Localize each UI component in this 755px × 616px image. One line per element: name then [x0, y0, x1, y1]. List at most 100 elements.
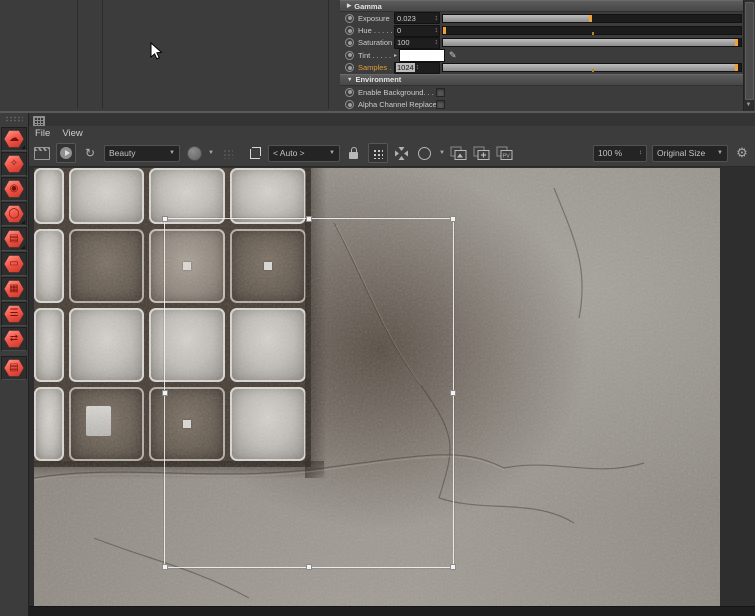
region-preset-select[interactable]: < Auto > ▼	[268, 145, 340, 162]
render-pass-select[interactable]: Beauty ▼	[104, 145, 180, 162]
refresh-button[interactable]: ↻	[81, 144, 99, 162]
value-stepper-icon[interactable]: ↕	[416, 64, 421, 71]
image-layers-button[interactable]	[450, 144, 468, 162]
keyframe-circle-icon[interactable]	[345, 88, 354, 97]
palette-hdri-button[interactable]: ▦	[1, 277, 27, 301]
marquee-handle[interactable]	[162, 216, 168, 222]
chevron-down-icon[interactable]: ▼	[439, 150, 445, 156]
value-stepper-icon[interactable]: ↕	[435, 27, 440, 34]
selection-marquee[interactable]	[164, 218, 454, 568]
marquee-handle[interactable]	[306, 216, 312, 222]
samples-value-field[interactable]: 1024↕	[394, 62, 440, 74]
marquee-handle[interactable]	[162, 564, 168, 570]
palette-drag-grip[interactable]	[5, 116, 23, 122]
slider-cap[interactable]	[589, 15, 592, 22]
gamma-rows: Exposure0.023↕Hue . . . . .0↕Saturation1…	[340, 12, 743, 74]
keyframe-circle-icon[interactable]	[345, 63, 354, 72]
display-size-select[interactable]: Original Size ▼	[652, 145, 728, 162]
enable-background-checkbox[interactable]	[436, 88, 445, 97]
fit-view-button[interactable]	[393, 144, 411, 162]
submenu-corner-icon	[21, 145, 25, 149]
pv-layers-button[interactable]: PV	[496, 144, 514, 162]
exposure-value-field[interactable]: 0.023↕	[394, 12, 440, 24]
section-title: Gamma	[354, 2, 382, 11]
keyframe-circle-icon[interactable]	[345, 51, 354, 60]
marquee-handle[interactable]	[450, 216, 456, 222]
palette-display-button[interactable]: ▭	[1, 252, 27, 276]
menu-view[interactable]: View	[62, 128, 82, 139]
saturation-slider[interactable]	[442, 38, 742, 47]
scrollbar-down-arrow-icon[interactable]: ▼	[744, 101, 753, 110]
marquee-handle[interactable]	[162, 390, 168, 396]
chevron-down-icon: ▼	[717, 150, 723, 156]
empty-pane-main	[103, 0, 329, 109]
collapse-arrow-icon[interactable]: ▶	[347, 3, 351, 9]
refresh-icon: ↻	[85, 147, 95, 159]
saturation-value-field[interactable]: 100↕	[394, 37, 440, 49]
render-viewport	[29, 167, 755, 616]
palette-lens-button[interactable]: ◯	[1, 202, 27, 226]
keyframe-circle-icon[interactable]	[345, 14, 354, 23]
color-profile-button[interactable]	[185, 144, 203, 162]
value-stepper-icon[interactable]: ↕	[435, 15, 440, 22]
enable-background-label: Enable Background. . . .	[358, 88, 436, 97]
grid-view-button[interactable]	[368, 143, 388, 163]
pixel-grid-button[interactable]	[219, 144, 237, 162]
mouse-cursor	[150, 42, 163, 61]
crop-icon	[249, 148, 259, 158]
crop-region-button[interactable]	[245, 144, 263, 162]
add-layer-button[interactable]	[473, 144, 491, 162]
window-titlebar[interactable]	[29, 113, 755, 127]
palette-camera-button[interactable]: ◉	[1, 177, 27, 201]
keyframe-circle-icon[interactable]	[345, 100, 354, 109]
marquee-handle[interactable]	[306, 564, 312, 570]
slider-cap[interactable]	[443, 27, 446, 34]
hue-slider[interactable]	[442, 26, 742, 35]
param-row-hue: Hue . . . . .0↕	[340, 24, 743, 36]
value-stepper-icon[interactable]: ↕	[435, 39, 440, 46]
samples-label: Samples .	[358, 63, 394, 72]
tint-color-swatch[interactable]	[399, 49, 445, 62]
keyframe-circle-icon[interactable]	[345, 38, 354, 47]
play-button[interactable]	[56, 143, 76, 163]
zoom-stepper-icon[interactable]: ↕	[639, 150, 642, 156]
eyedropper-icon[interactable]: ✎	[449, 50, 457, 61]
hue-value-field[interactable]: 0↕	[394, 25, 440, 37]
lock-button[interactable]	[345, 144, 363, 162]
section-header-gamma[interactable]: ▶ Gamma	[340, 0, 743, 12]
panel-scrollbar[interactable]: ▼	[743, 0, 754, 111]
chevron-down-icon[interactable]: ▼	[208, 150, 214, 156]
alpha-channel-replace-checkbox[interactable]	[436, 100, 445, 109]
param-row-tint: Tint . . . . .▸✎	[340, 49, 743, 61]
collapse-arrow-icon[interactable]: ▼	[347, 77, 352, 83]
palette-cloud-button[interactable]: ☁	[1, 127, 27, 151]
palette-list-button[interactable]: ☰	[1, 302, 27, 326]
marquee-handle[interactable]	[450, 564, 456, 570]
window-grid-icon	[33, 116, 45, 126]
submenu-corner-icon	[21, 220, 25, 224]
palette-layers-button[interactable]: ▤	[1, 227, 27, 251]
samples-slider[interactable]	[442, 63, 742, 72]
scrollbar-thumb[interactable]	[745, 2, 754, 100]
light-icon: ✧	[4, 155, 24, 173]
settings-button[interactable]: ⚙	[733, 144, 751, 162]
exposure-slider[interactable]	[442, 14, 742, 23]
circle-tool-button[interactable]	[416, 144, 434, 162]
slider-cap[interactable]	[735, 39, 738, 46]
film-slate-button[interactable]	[33, 144, 51, 162]
menu-file[interactable]: File	[35, 128, 50, 139]
palette-link-button[interactable]: ⇄	[1, 327, 27, 351]
gear-icon: ⚙	[736, 145, 748, 161]
expand-arrow-icon[interactable]: ▸	[394, 52, 397, 59]
stacked-plus-icon	[473, 146, 490, 161]
palette-layers-2-button[interactable]: ▤	[1, 356, 27, 380]
section-title: Environment	[355, 75, 401, 84]
marquee-handle[interactable]	[450, 390, 456, 396]
section-header-environment[interactable]: ▼ Environment	[340, 74, 743, 86]
menu-bar: File View	[29, 126, 755, 140]
slider-cap[interactable]	[735, 64, 738, 71]
hue-value: 0	[395, 26, 435, 35]
palette-light-button[interactable]: ✧	[1, 152, 27, 176]
zoom-percent-input[interactable]: 100 % ↕	[593, 145, 647, 162]
keyframe-circle-icon[interactable]	[345, 26, 354, 35]
